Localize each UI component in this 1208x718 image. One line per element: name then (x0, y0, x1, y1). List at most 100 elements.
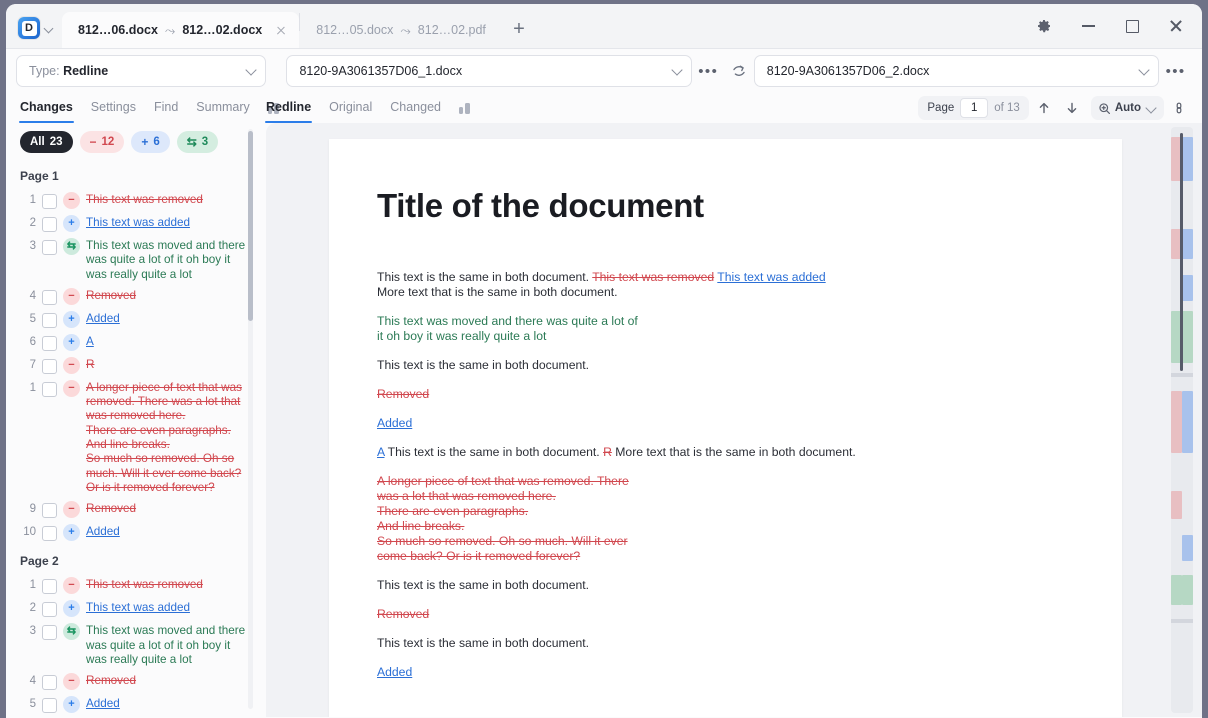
change-item[interactable]: 1 − A longer piece of text that was remove… (6, 377, 256, 498)
title-bar: D 812…06.docx ⤳ 812…02.docx 812…05.docx … (6, 4, 1202, 49)
minimap-page-gap (1171, 373, 1193, 377)
change-item-checkbox[interactable] (42, 381, 57, 397)
change-item-checkbox[interactable] (42, 194, 57, 209)
filter-chip-moved[interactable]: ⇆ 3 (176, 131, 219, 153)
change-item-checkbox[interactable] (42, 698, 57, 714)
change-item-checkbox[interactable] (42, 240, 57, 255)
change-item-checkbox[interactable] (42, 217, 57, 232)
tab-close-icon[interactable] (273, 22, 289, 38)
change-item[interactable]: 6+A (6, 331, 256, 354)
change-minimap[interactable] (1171, 123, 1193, 717)
new-tab-button[interactable]: + (504, 14, 534, 44)
chevron-down-icon (1128, 64, 1150, 79)
filter-chip-all[interactable]: All 23 (20, 131, 73, 153)
change-item[interactable]: 2 + This text was added (6, 212, 256, 235)
app-logo: D (18, 17, 40, 39)
change-item[interactable]: 6+A (6, 716, 256, 717)
file-left-select[interactable]: 8120-9A3061357D06_1.docx (286, 55, 692, 87)
file-right-more-button[interactable]: ••• (1159, 56, 1192, 86)
change-item[interactable]: 3 ⇆ This text was moved and there was quit… (6, 235, 256, 285)
sidebar-scrollbar-thumb[interactable] (248, 131, 253, 321)
tab-summary[interactable]: Summary (196, 93, 249, 123)
maximize-button[interactable] (1110, 6, 1154, 46)
change-item[interactable]: 2 + This text was added (6, 597, 256, 620)
change-item[interactable]: 4 − Removed (6, 670, 256, 693)
app-menu-chevron-down-icon[interactable] (42, 21, 56, 35)
page-input[interactable]: 1 (960, 98, 989, 118)
minimap-marker[interactable] (1171, 391, 1182, 453)
minimap-marker[interactable] (1171, 575, 1182, 605)
sync-scroll-button[interactable] (1166, 96, 1192, 120)
tab-redline[interactable]: Redline (264, 93, 313, 123)
file-left-more-button[interactable]: ••• (692, 56, 725, 86)
change-item-checkbox[interactable] (42, 503, 57, 519)
tab-changes[interactable]: Changes (19, 93, 74, 123)
minimap-marker[interactable] (1182, 575, 1193, 605)
next-change-button[interactable] (1059, 96, 1085, 120)
change-item[interactable]: 9 − Removed (6, 498, 256, 521)
tab-original[interactable]: Original (329, 93, 372, 123)
change-item[interactable]: 1 − This text was removed (6, 574, 256, 597)
file-right-select[interactable]: 8120-9A3061357D06_2.docx (753, 55, 1160, 87)
page-navigator: Page 1 of 13 (918, 96, 1029, 120)
filter-chip-inserted[interactable]: + 6 (131, 131, 170, 153)
change-item-number: 6 (29, 335, 36, 348)
minimap-marker[interactable] (1182, 229, 1193, 259)
tab-comparison-2[interactable]: 812…05.docx ⤳ 812…02.pdf (300, 12, 496, 48)
change-item-checkbox[interactable] (42, 289, 57, 305)
minimap-marker[interactable] (1182, 311, 1193, 363)
app-logo-letter: D (21, 20, 37, 36)
settings-button[interactable] (1022, 6, 1066, 46)
moved-icon: ⇆ (63, 238, 80, 255)
change-item-text: R (86, 357, 95, 371)
minimap-marker[interactable] (1171, 491, 1182, 519)
minimize-button[interactable] (1066, 6, 1110, 46)
change-item-text: Added (86, 697, 120, 711)
minimap-marker[interactable] (1182, 535, 1193, 561)
change-item[interactable]: 3 ⇆ This text was moved and there was quit… (6, 620, 256, 670)
close-button[interactable] (1154, 6, 1198, 46)
tab-find[interactable]: Find (154, 93, 178, 123)
filter-chip-deleted[interactable]: − 12 (79, 131, 125, 153)
minimap-marker[interactable] (1182, 275, 1193, 301)
previous-change-button[interactable] (1031, 96, 1057, 120)
document-paragraph: Removed (377, 607, 1074, 622)
tab-comparison-1[interactable]: 812…06.docx ⤳ 812…02.docx (62, 12, 300, 48)
filter-chip-inserted-count: 6 (153, 136, 160, 148)
minimap-scrollbar-thumb[interactable] (1180, 133, 1183, 371)
minimap-marker[interactable] (1182, 391, 1193, 453)
change-item[interactable]: 7 − R (6, 354, 256, 377)
document-paragraph: Added (377, 665, 1074, 680)
change-item-checkbox[interactable] (42, 312, 57, 328)
zoom-select[interactable]: Auto (1090, 96, 1164, 120)
change-item-text: This text was added (86, 601, 190, 615)
change-item-checkbox[interactable] (42, 579, 57, 595)
change-item-checkbox[interactable] (42, 675, 57, 691)
text-run-ins: This text was added (717, 270, 826, 284)
change-item-checkbox[interactable] (42, 602, 57, 618)
tab-settings[interactable]: Settings (91, 93, 136, 123)
change-item-text: Removed (86, 288, 137, 302)
change-item[interactable]: 1 − This text was removed (6, 189, 256, 212)
change-item-text: Removed (86, 674, 137, 688)
change-item-checkbox[interactable] (42, 625, 57, 641)
document-paragraph: More text that is the same in both docum… (377, 285, 1074, 300)
document-content: Title of the document This text is the s… (329, 139, 1122, 680)
comparison-type-label: Type: (29, 64, 60, 78)
change-item[interactable]: 4 − Removed (6, 285, 256, 308)
change-item-checkbox[interactable] (42, 526, 57, 542)
change-groups: Page 1 1− This text was removed 2 + This text… (6, 163, 256, 717)
change-item[interactable]: 10 + Added (6, 521, 256, 544)
swap-files-button[interactable] (725, 56, 754, 86)
tab-changed[interactable]: Changed (390, 93, 441, 123)
change-list: 1− This text was removed 2 + This text was a… (6, 189, 256, 548)
change-item[interactable]: 5 + Added (6, 308, 256, 331)
change-item[interactable]: 5 + Added (6, 693, 256, 716)
document-paragraph: Removed (377, 387, 1074, 402)
comparison-type-select[interactable]: Type: Redline (16, 55, 267, 87)
change-item-checkbox[interactable] (42, 335, 57, 351)
change-item-checkbox[interactable] (42, 358, 57, 374)
viewer-layout-icon[interactable] (458, 102, 470, 114)
main-body: All 23 − 12 + 6 ⇆ 3 Page 1 1− This text wa… (6, 123, 1202, 717)
minimap-marker[interactable] (1182, 137, 1193, 181)
